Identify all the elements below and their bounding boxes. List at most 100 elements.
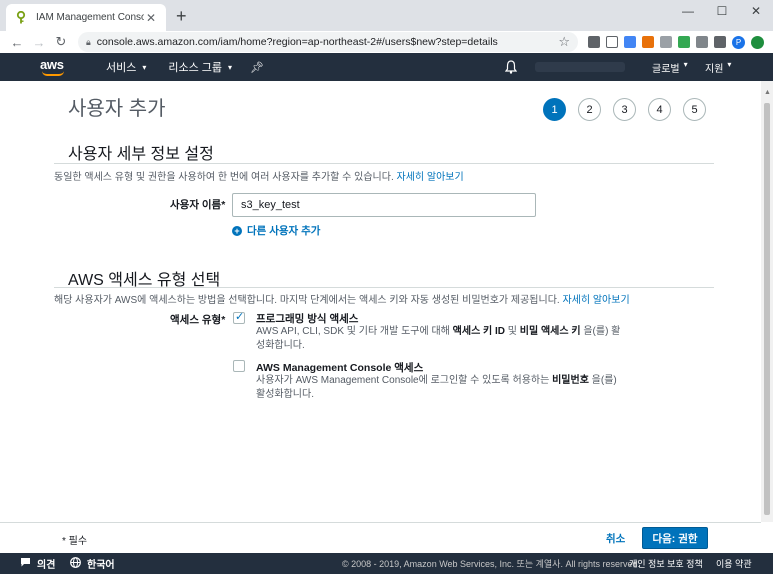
browser-toolbar: ← → ↻ 🔒︎ console.aws.amazon.com/iam/home… (0, 31, 773, 53)
bell-icon[interactable] (504, 60, 518, 74)
forward-icon[interactable]: → (28, 35, 50, 50)
aws-console-nav: aws 서비스 ▾ 리소스 그룹 ▾ 📌︎ 글로벌 ▾ 지원 ▾ (0, 53, 773, 81)
profile-avatar[interactable]: P (732, 35, 745, 49)
scrollbar-thumb[interactable] (764, 103, 770, 515)
region-label: 글로벌 (652, 63, 680, 75)
resource-groups-label: 리소스 그룹 (168, 62, 223, 74)
services-menu[interactable]: 서비스 ▾ (106, 59, 146, 75)
step-3[interactable]: 3 (613, 98, 636, 121)
browser-tab[interactable]: IAM Management Console ✕ (6, 4, 166, 31)
language-label: 한국어 (87, 560, 115, 571)
required-note: * 필수 (62, 536, 88, 547)
window-close-icon[interactable]: ✕ (739, 0, 773, 22)
details-learn-more-link[interactable]: 자세히 알아보기 (397, 172, 464, 183)
step-2[interactable]: 2 (578, 98, 601, 121)
extension-icon[interactable] (642, 36, 654, 48)
feedback-link[interactable]: 의견 (20, 556, 55, 571)
aws-logo[interactable]: aws (40, 57, 70, 77)
account-menu[interactable] (535, 62, 625, 72)
extension-icon[interactable] (606, 36, 618, 48)
details-section-title: 사용자 세부 정보 설정 (68, 146, 214, 163)
page-title: 사용자 추가 (68, 98, 166, 120)
checkmark-icon: ✓ (235, 311, 245, 323)
extension-icon[interactable] (624, 36, 636, 48)
details-desc-text: 동일한 액세스 유형 및 권한을 사용하여 한 번에 여러 사용자를 추가할 수… (54, 172, 394, 183)
access-desc-text: 해당 사용자가 AWS에 액세스하는 방법을 선택합니다. 마지막 단계에서는 … (54, 295, 560, 306)
access-description: 해당 사용자가 AWS에 액세스하는 방법을 선택합니다. 마지막 단계에서는 … (54, 291, 630, 306)
support-menu[interactable]: 지원 ▾ (705, 60, 731, 75)
scroll-up-icon[interactable]: ▲ (764, 89, 771, 96)
programmatic-access-checkbox[interactable]: ✓ (233, 311, 245, 324)
desc-text: AWS API, CLI, SDK 및 기타 개발 도구에 대해 (256, 326, 453, 337)
wizard-steps: 1 2 3 4 5 (543, 98, 706, 121)
main-content: 사용자 추가 1 2 3 4 5 사용자 세부 정보 설정 동일한 액세스 유형… (0, 81, 761, 522)
window-controls: — ☐ ✕ (671, 0, 773, 22)
console-access-checkbox[interactable] (233, 360, 245, 372)
speech-bubble-icon (20, 557, 31, 570)
minimize-icon[interactable]: — (671, 0, 705, 22)
globe-icon (70, 556, 81, 571)
details-description: 동일한 액세스 유형 및 권한을 사용하여 한 번에 여러 사용자를 추가할 수… (54, 168, 464, 183)
console-access-title[interactable]: AWS Management Console 액세스 (256, 360, 423, 375)
privacy-policy-link[interactable]: 개인 정보 보호 정책 (629, 557, 703, 570)
desc-bold-text: 액세스 키 ID (452, 326, 506, 337)
step-4[interactable]: 4 (648, 98, 671, 121)
extension-icon[interactable] (660, 36, 672, 48)
chevron-down-icon: ▾ (727, 59, 732, 69)
browser-tab-title: IAM Management Console (36, 12, 144, 23)
console-access-desc: 사용자가 AWS Management Console에 로그인할 수 있도록 … (256, 374, 621, 402)
add-user-label: 다른 사용자 추가 (247, 225, 321, 237)
console-footer: 의견 한국어 © 2008 - 2019, Amazon Web Service… (0, 553, 773, 574)
extension-icon[interactable] (714, 36, 726, 48)
language-selector[interactable]: 한국어 (70, 556, 115, 571)
back-icon[interactable]: ← (6, 35, 28, 50)
resource-groups-menu[interactable]: 리소스 그룹 ▾ (168, 59, 232, 75)
add-another-user-link[interactable]: + 다른 사용자 추가 (232, 223, 320, 238)
terms-link[interactable]: 이용 약관 (716, 557, 752, 570)
browser-tab-strip: IAM Management Console ✕ + — ☐ ✕ (0, 0, 773, 31)
programmatic-access-desc: AWS API, CLI, SDK 및 기타 개발 도구에 대해 액세스 키 I… (256, 325, 621, 353)
page-scrollbar[interactable]: ▲ (761, 81, 773, 522)
address-bar[interactable]: 🔒︎ console.aws.amazon.com/iam/home?regio… (78, 32, 578, 52)
bookmark-star-icon[interactable]: ☆ (558, 34, 570, 50)
chevron-down-icon: ▾ (228, 62, 233, 72)
lock-icon: 🔒︎ (86, 36, 91, 47)
plus-circle-icon: + (232, 225, 242, 236)
extension-icon[interactable] (678, 36, 690, 48)
access-learn-more-link[interactable]: 자세히 알아보기 (562, 295, 629, 306)
aws-smile-icon (42, 71, 64, 76)
chevron-down-icon: ▾ (683, 59, 688, 69)
desc-bold-text: 비밀 액세스 키 (519, 326, 581, 337)
region-menu[interactable]: 글로벌 ▾ (652, 60, 688, 75)
desc-text: 및 (505, 326, 520, 337)
programmatic-access-title[interactable]: 프로그래밍 방식 액세스 (256, 311, 358, 326)
step-5[interactable]: 5 (683, 98, 706, 121)
tab-close-icon[interactable]: ✕ (144, 11, 158, 25)
aws-logo-text: aws (40, 57, 64, 72)
username-label: 사용자 이름* (170, 199, 226, 211)
next-permissions-button[interactable]: 다음: 권한 (642, 527, 708, 549)
services-label: 서비스 (106, 62, 137, 74)
desc-text: 사용자가 AWS Management Console에 로그인할 수 있도록 … (256, 375, 553, 386)
extension-icon[interactable] (588, 36, 600, 48)
cancel-button[interactable]: 취소 (606, 531, 625, 546)
wizard-action-bar: * 필수 취소 다음: 권한 (0, 522, 761, 553)
maximize-icon[interactable]: ☐ (705, 0, 739, 22)
divider (54, 163, 714, 164)
divider (54, 287, 714, 288)
support-label: 지원 (705, 63, 724, 75)
username-input[interactable] (232, 193, 536, 217)
new-tab-button[interactable]: + (176, 7, 187, 25)
iam-key-icon (14, 11, 28, 25)
desc-bold-text: 비밀번호 (552, 375, 589, 386)
extension-icon[interactable] (696, 36, 708, 48)
pin-icon[interactable]: 📌︎ (250, 61, 264, 74)
url-text[interactable]: console.aws.amazon.com/iam/home?region=a… (97, 36, 559, 48)
reload-icon[interactable]: ↻ (50, 34, 72, 50)
copyright-text: © 2008 - 2019, Amazon Web Services, Inc.… (342, 559, 640, 569)
step-1[interactable]: 1 (543, 98, 566, 121)
chevron-down-icon: ▾ (142, 62, 147, 72)
access-type-label: 액세스 유형* (170, 314, 226, 326)
update-icon[interactable] (751, 35, 764, 49)
feedback-label: 의견 (37, 560, 56, 571)
